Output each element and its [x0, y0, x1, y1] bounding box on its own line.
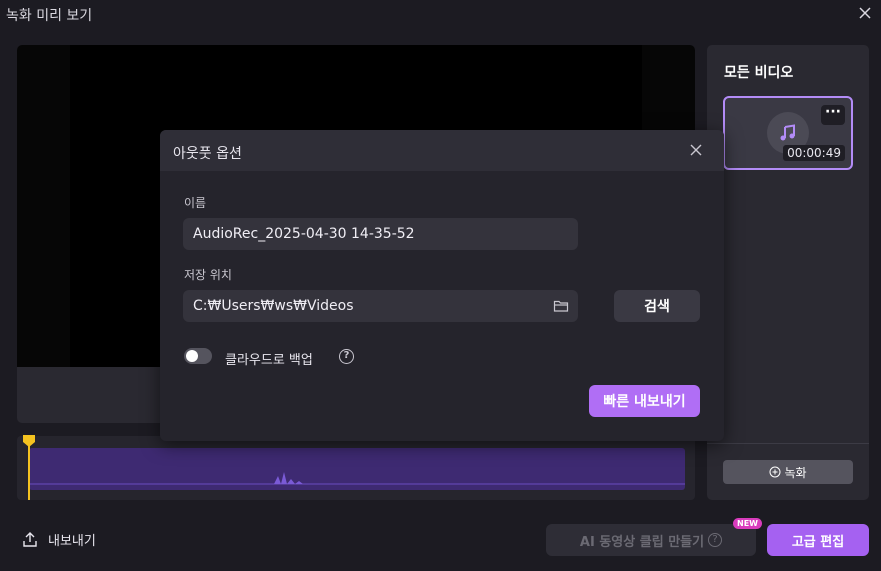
- cloud-backup-label: 클라우드로 백업: [225, 353, 313, 368]
- help-icon: ?: [708, 533, 723, 547]
- upload-icon: [23, 532, 37, 547]
- folder-icon[interactable]: [553, 298, 569, 314]
- plus-circle-icon: [769, 466, 781, 478]
- record-button[interactable]: 녹화: [723, 460, 853, 484]
- playhead-handle[interactable]: [23, 435, 35, 447]
- new-badge: NEW: [733, 518, 762, 529]
- filename-input[interactable]: AudioRec_2025-04-30 14-35-52: [183, 218, 578, 250]
- advanced-edit-button[interactable]: 고급 편집: [767, 524, 869, 556]
- output-options-dialog: 아웃풋 옵션 이름 AudioRec_2025-04-30 14-35-52 저…: [160, 130, 724, 441]
- panel-title: 모든 비디오: [724, 65, 794, 81]
- close-icon[interactable]: [688, 142, 704, 158]
- clip-duration: 00:00:49: [783, 145, 845, 161]
- record-label: 녹화: [784, 465, 807, 480]
- name-label: 이름: [184, 196, 207, 210]
- cloud-backup-toggle[interactable]: [184, 348, 212, 364]
- location-label: 저장 위치: [184, 268, 232, 282]
- export-button[interactable]: 내보내기: [22, 530, 96, 549]
- export-label: 내보내기: [48, 534, 96, 549]
- playhead[interactable]: [28, 442, 30, 500]
- quick-export-button[interactable]: 빠른 내보내기: [589, 385, 700, 417]
- browse-button[interactable]: 검색: [614, 290, 700, 322]
- save-location-input[interactable]: C:₩Users₩ws₩Videos: [183, 290, 578, 322]
- clip-thumbnail[interactable]: ··· 00:00:49: [723, 96, 853, 170]
- save-location-value: C:₩Users₩ws₩Videos: [193, 298, 354, 314]
- close-icon[interactable]: [856, 4, 874, 22]
- more-options-button[interactable]: ···: [821, 105, 845, 125]
- ai-clip-button[interactable]: AI 동영상 클립 만들기 ?: [546, 524, 756, 556]
- window-title: 녹화 미리 보기: [6, 8, 93, 24]
- dialog-header: [160, 130, 724, 171]
- audio-waveform[interactable]: [29, 448, 685, 490]
- ai-clip-label: AI 동영상 클립 만들기: [579, 534, 705, 550]
- help-icon[interactable]: ?: [339, 349, 354, 364]
- dialog-title: 아웃풋 옵션: [173, 146, 242, 162]
- divider: [707, 443, 869, 444]
